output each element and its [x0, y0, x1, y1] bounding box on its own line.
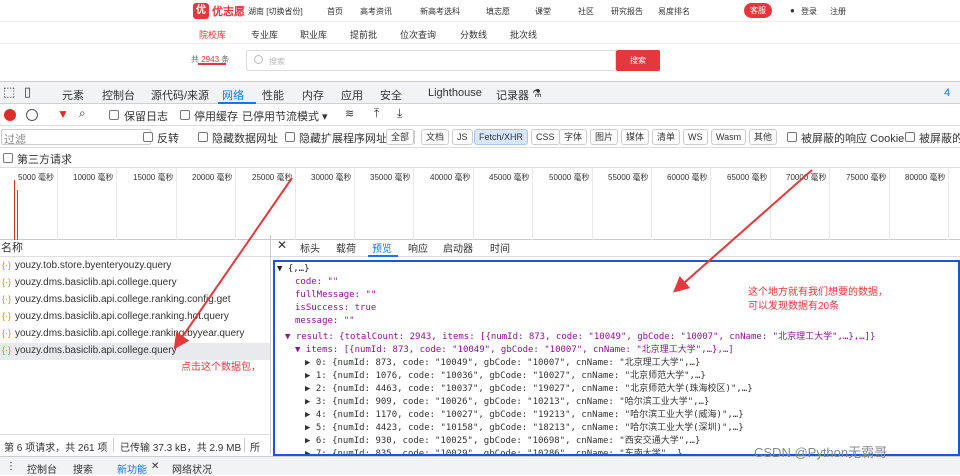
annotation-arrows	[173, 169, 813, 350]
csdn-watermark: CSDN @Python无霸哥	[754, 445, 888, 460]
arrow-to-request	[173, 177, 293, 350]
annotation-data-hint: 这个地方就有我们想要的数据，	[748, 287, 888, 298]
arrow-to-preview	[673, 169, 813, 293]
annotation-click-hint: 点击这个数据包，	[181, 362, 261, 373]
annotation-count-hint: 可以发现数据有20条	[748, 301, 840, 312]
